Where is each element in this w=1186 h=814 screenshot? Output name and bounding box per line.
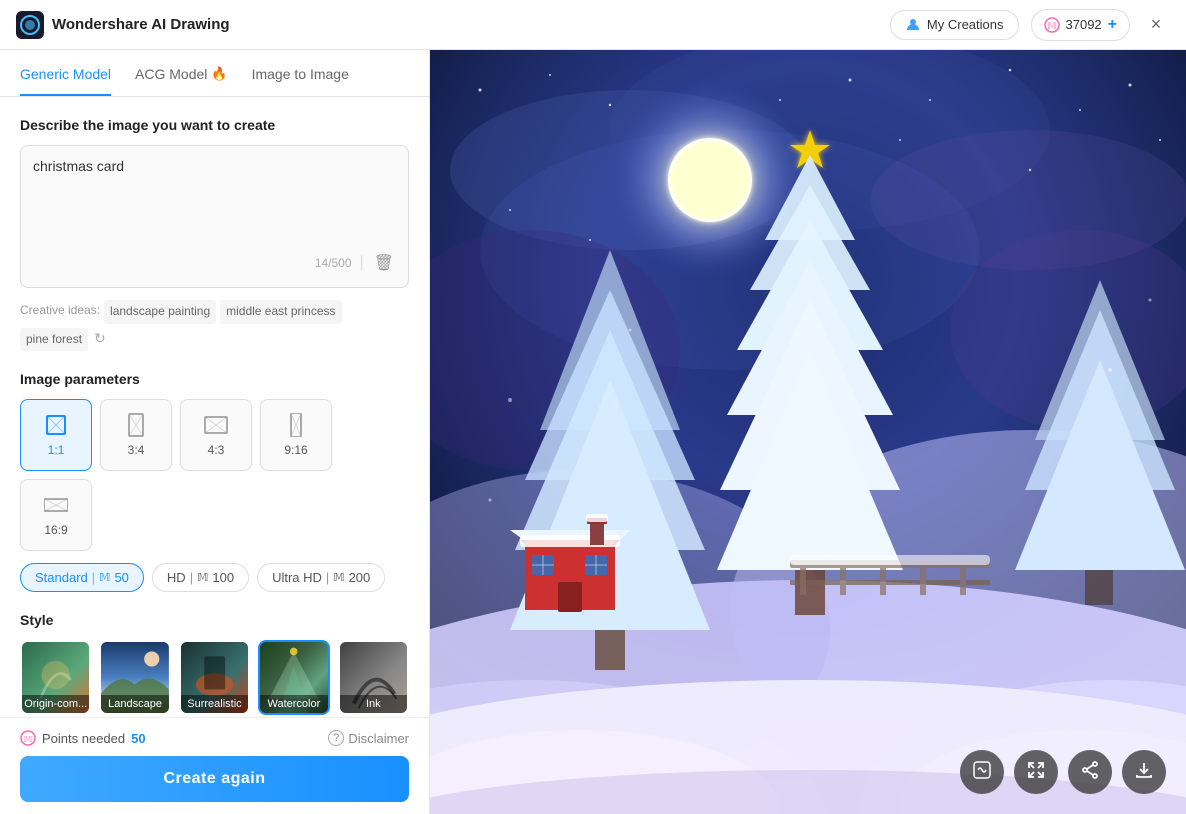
- ratio-9-16-icon: [284, 413, 308, 437]
- char-count: 14/500: [315, 256, 352, 270]
- points-row: 𝕄 Points needed 50 ? Disclaimer: [20, 730, 409, 746]
- ratio-4-3[interactable]: 4:3: [180, 399, 252, 471]
- tab-acg-model[interactable]: ACG Model 🔥: [135, 50, 228, 96]
- style-label-watercolor: Watercolor: [260, 695, 327, 713]
- prompt-footer: 14/500 | 🗑: [33, 251, 396, 275]
- creative-ideas-label: Creative ideas:: [20, 300, 100, 322]
- quality-hd[interactable]: HD | 𝕄 100: [152, 563, 249, 592]
- my-creations-label: My Creations: [927, 17, 1004, 32]
- ratio-4-3-icon: [204, 413, 228, 437]
- image-params-section: Image parameters 1:1: [20, 371, 409, 592]
- style-label-origin: Origin-com...: [22, 695, 89, 713]
- svg-text:𝕄: 𝕄: [24, 735, 32, 744]
- edit-image-button[interactable]: [960, 750, 1004, 794]
- left-panel: Generic Model ACG Model 🔥 Image to Image…: [0, 50, 430, 814]
- titlebar-actions: My Creations 𝕄 37092 + ×: [890, 9, 1170, 41]
- close-button[interactable]: ×: [1142, 11, 1170, 39]
- style-item-surrealistic[interactable]: Surrealistic: [179, 640, 250, 715]
- disclaimer-button[interactable]: ? Disclaimer: [328, 730, 409, 746]
- close-icon: ×: [1151, 14, 1162, 35]
- coin-icon-standard: 𝕄: [99, 571, 110, 584]
- points-value: 50: [131, 731, 145, 746]
- style-label-surrealistic: Surrealistic: [181, 695, 248, 713]
- ratio-3-4-icon: [124, 413, 148, 437]
- person-icon: [905, 17, 921, 33]
- download-icon: [1134, 760, 1154, 785]
- style-label-landscape: Landscape: [101, 695, 168, 713]
- ratio-3-4[interactable]: 3:4: [100, 399, 172, 471]
- image-params-label: Image parameters: [20, 371, 409, 387]
- style-label-ink: Ink: [340, 695, 407, 713]
- tab-generic-model[interactable]: Generic Model: [20, 50, 111, 96]
- ratio-16-9-icon: [44, 493, 68, 517]
- titlebar: Wondershare AI Drawing My Creations 𝕄 37…: [0, 0, 1186, 50]
- my-creations-button[interactable]: My Creations: [890, 10, 1019, 40]
- idea-tag-0[interactable]: landscape painting: [104, 300, 216, 324]
- fire-icon: 🔥: [211, 66, 227, 82]
- prompt-textarea[interactable]: christmas card: [33, 158, 396, 238]
- main-content: Generic Model ACG Model 🔥 Image to Image…: [0, 50, 1186, 814]
- prompt-section: Describe the image you want to create ch…: [20, 117, 409, 351]
- svg-text:𝕄: 𝕄: [1047, 21, 1056, 31]
- style-section: Style Origin-com...: [20, 612, 409, 717]
- share-image-button[interactable]: [1068, 750, 1112, 794]
- credits-icon: 𝕄: [1044, 17, 1060, 33]
- generated-image: [430, 50, 1186, 814]
- creative-ideas: Creative ideas: landscape painting middl…: [20, 300, 409, 351]
- tab-bar: Generic Model ACG Model 🔥 Image to Image: [0, 50, 429, 97]
- plus-icon[interactable]: +: [1108, 16, 1117, 34]
- prompt-area: christmas card 14/500 | 🗑: [20, 145, 409, 288]
- coin-icon-uhd: 𝕄: [333, 571, 344, 584]
- expand-icon: [1026, 760, 1046, 785]
- quality-ultra-hd[interactable]: Ultra HD | 𝕄 200: [257, 563, 385, 592]
- refresh-ideas-button[interactable]: ↻: [94, 330, 106, 347]
- tab-image-to-image[interactable]: Image to Image: [252, 50, 349, 96]
- ratio-9-16[interactable]: 9:16: [260, 399, 332, 471]
- app-logo: [16, 11, 44, 39]
- points-coin-icon: 𝕄: [20, 730, 36, 746]
- points-label: Points needed: [42, 731, 125, 746]
- quality-standard[interactable]: Standard | 𝕄 50: [20, 563, 144, 592]
- expand-image-button[interactable]: [1014, 750, 1058, 794]
- coin-icon-hd: 𝕄: [197, 571, 208, 584]
- app-title: Wondershare AI Drawing: [52, 16, 890, 33]
- ratio-1-1[interactable]: 1:1: [20, 399, 92, 471]
- bottom-bar: 𝕄 Points needed 50 ? Disclaimer Create a…: [0, 717, 429, 814]
- trash-icon: 🗑: [374, 253, 394, 273]
- download-image-button[interactable]: [1122, 750, 1166, 794]
- edit-icon: [972, 760, 992, 785]
- image-actions: [960, 750, 1166, 794]
- credits-button[interactable]: 𝕄 37092 +: [1031, 9, 1131, 41]
- style-item-watercolor[interactable]: Watercolor: [258, 640, 329, 715]
- ratio-grid: 1:1 3:4: [20, 399, 409, 551]
- quality-buttons: Standard | 𝕄 50 HD | 𝕄 100 Ultra HD |: [20, 563, 409, 592]
- right-panel: [430, 50, 1186, 814]
- idea-tag-2[interactable]: pine forest: [20, 328, 88, 352]
- ratio-16-9[interactable]: 16:9: [20, 479, 92, 551]
- idea-tag-1[interactable]: middle east princess: [220, 300, 341, 324]
- prompt-section-label: Describe the image you want to create: [20, 117, 409, 133]
- style-item-ink[interactable]: Ink: [338, 640, 409, 715]
- share-icon: [1080, 760, 1100, 785]
- style-section-label: Style: [20, 612, 409, 628]
- panel-body: Describe the image you want to create ch…: [0, 97, 429, 717]
- style-item-landscape[interactable]: Landscape: [99, 640, 170, 715]
- style-grid: Origin-com... Landscape: [20, 640, 409, 717]
- clear-button[interactable]: 🗑: [372, 251, 396, 275]
- points-info: 𝕄 Points needed 50: [20, 730, 146, 746]
- create-again-button[interactable]: Create again: [20, 756, 409, 802]
- question-icon: ?: [328, 730, 344, 746]
- ratio-1-1-icon: [44, 413, 68, 437]
- disclaimer-label: Disclaimer: [348, 731, 409, 746]
- credits-value: 37092: [1066, 17, 1102, 32]
- style-item-origin[interactable]: Origin-com...: [20, 640, 91, 715]
